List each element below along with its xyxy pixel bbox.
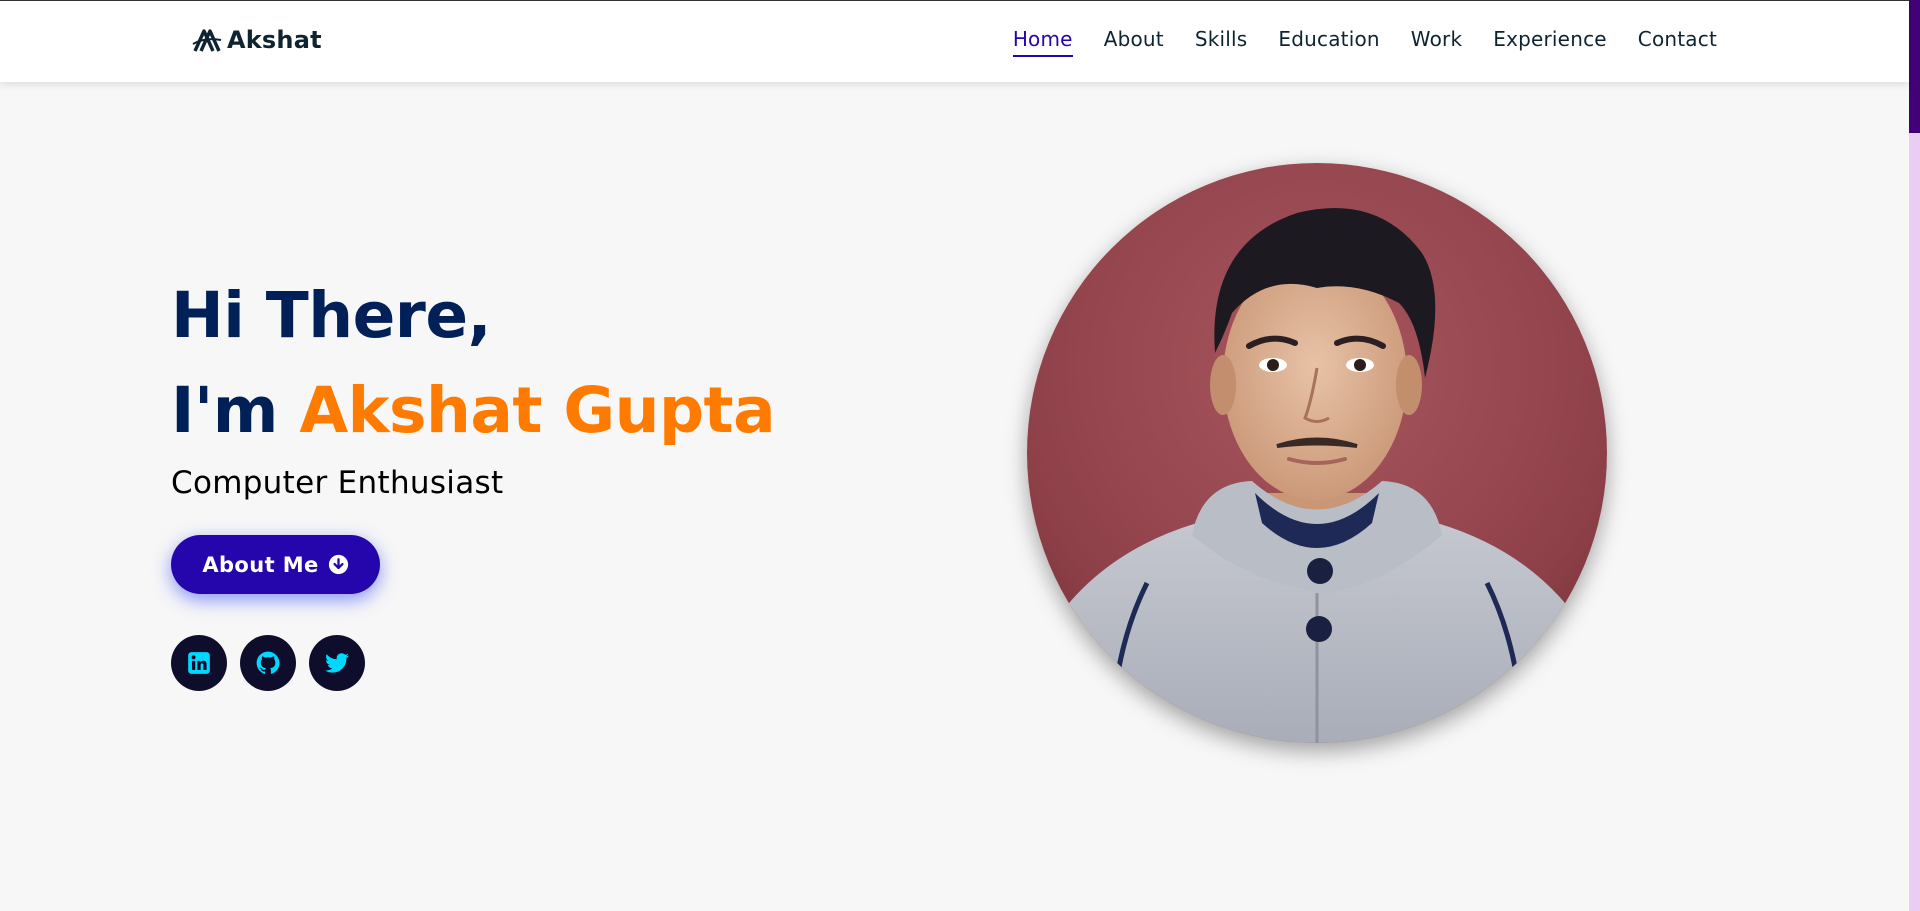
nav-contact[interactable]: Contact: [1638, 27, 1717, 57]
main-nav: Home About Skills Education Work Experie…: [1012, 27, 1717, 57]
hero-greeting: Hi There,: [171, 279, 492, 352]
linkedin-link[interactable]: [171, 635, 227, 691]
arrow-circle-down-icon: [328, 554, 348, 575]
social-links: [171, 635, 365, 691]
hero-heading: Hi There, I'm Akshat Gupta: [171, 268, 776, 458]
nav-education[interactable]: Education: [1278, 27, 1379, 57]
twitter-link[interactable]: [309, 635, 365, 691]
profile-photo: [1027, 163, 1607, 743]
about-me-button-label: About Me: [202, 552, 319, 577]
github-icon: [256, 651, 280, 674]
github-link[interactable]: [240, 635, 296, 691]
linkedin-icon: [188, 652, 210, 674]
hero-intro-prefix: I'm: [171, 374, 300, 447]
hero-subtitle: Computer Enthusiast: [171, 465, 504, 501]
logo-text: Akshat: [227, 26, 322, 54]
hero-name: Akshat Gupta: [299, 374, 776, 447]
about-me-button[interactable]: About Me: [171, 535, 380, 594]
nav-experience[interactable]: Experience: [1493, 27, 1607, 57]
nav-home[interactable]: Home: [1012, 27, 1073, 57]
twitter-icon: [325, 653, 349, 673]
profile-photo-illustration: [1027, 163, 1607, 743]
scrollbar-thumb[interactable]: [1909, 0, 1920, 133]
site-header: Akshat Home About Skills Education Work …: [0, 0, 1909, 82]
nav-about[interactable]: About: [1104, 27, 1164, 57]
nav-work[interactable]: Work: [1411, 27, 1462, 57]
logo-link[interactable]: Akshat: [191, 25, 322, 55]
logo-icon: [192, 29, 222, 52]
nav-skills[interactable]: Skills: [1195, 27, 1248, 57]
page-scrollbar[interactable]: [1909, 0, 1920, 911]
